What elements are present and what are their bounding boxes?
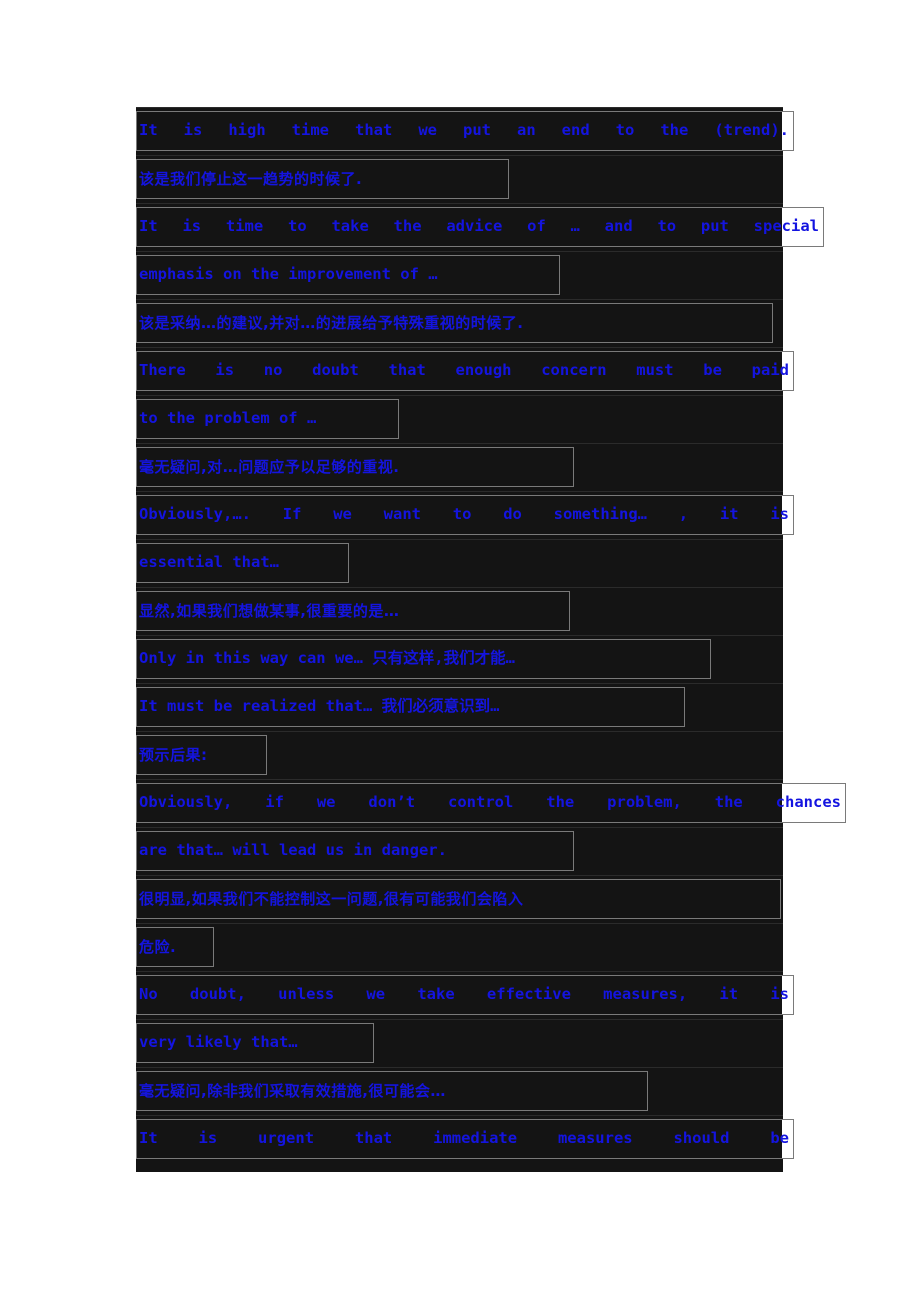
text-line-content: 显然,如果我们想做某事,很重要的是… [139, 601, 400, 620]
text-line-row: 预示后果: [136, 731, 876, 779]
text-line-row: essential that… [136, 539, 876, 587]
text-line-content: 危险. [139, 937, 177, 956]
text-line-box[interactable]: 该是采纳…的建议,并对…的进展给予特殊重视的时候了. [136, 303, 773, 343]
text-line-row: to the problem of … [136, 395, 876, 443]
text-line-row: 该是采纳…的建议,并对…的进展给予特殊重视的时候了. [136, 299, 876, 347]
row-separator [136, 443, 783, 444]
text-line-row: It is high time that we put an end to th… [136, 107, 876, 155]
row-separator [136, 779, 783, 780]
text-line-content: 很明显,如果我们不能控制这一问题,很有可能我们会陷入 [139, 889, 524, 908]
text-line-content: 预示后果: [139, 745, 208, 764]
text-line-row: 显然,如果我们想做某事,很重要的是… [136, 587, 876, 635]
text-line-box[interactable]: 很明显,如果我们不能控制这一问题,很有可能我们会陷入 [136, 879, 781, 919]
text-line-box[interactable]: Obviously,…. If we want to do something…… [136, 495, 794, 535]
text-line-content: It is urgent that immediate measures sho… [139, 1129, 789, 1148]
text-line-box[interactable]: essential that… [136, 543, 349, 583]
text-line-box[interactable]: It must be realized that… 我们必须意识到… [136, 687, 685, 727]
text-line-row: emphasis on the improvement of … [136, 251, 876, 299]
text-line-box[interactable]: It is time to take the advice of … and t… [136, 207, 824, 247]
text-line-row: There is no doubt that enough concern mu… [136, 347, 876, 395]
text-line-content: 该是采纳…的建议,并对…的进展给予特殊重视的时候了. [139, 313, 524, 332]
text-line-box[interactable]: There is no doubt that enough concern mu… [136, 351, 794, 391]
text-line-row: 很明显,如果我们不能控制这一问题,很有可能我们会陷入 [136, 875, 876, 923]
row-separator [136, 347, 783, 348]
text-line-box[interactable]: to the problem of … [136, 399, 399, 439]
text-line-row: 危险. [136, 923, 876, 971]
row-separator [136, 155, 783, 156]
text-line-row: No doubt, unless we take effective measu… [136, 971, 876, 1019]
document-text-column: It is high time that we put an end to th… [136, 107, 876, 1163]
text-line-content: essential that… [139, 553, 279, 572]
text-line-content: are that… will lead us in danger. [139, 841, 447, 860]
row-separator [136, 203, 783, 204]
text-line-content: Obviously,…. If we want to do something…… [139, 505, 789, 524]
text-line-box[interactable]: Only in this way can we… 只有这样,我们才能… [136, 639, 711, 679]
text-line-content: There is no doubt that enough concern mu… [139, 361, 789, 380]
text-line-row: 毫无疑问,除非我们采取有效措施,很可能会… [136, 1067, 876, 1115]
text-line-box[interactable]: 毫无疑问,对…问题应予以足够的重视. [136, 447, 574, 487]
text-line-content: It must be realized that… 我们必须意识到… [139, 697, 500, 716]
text-line-content: Only in this way can we… 只有这样,我们才能… [139, 649, 515, 668]
text-line-box[interactable]: 预示后果: [136, 735, 267, 775]
row-separator [136, 107, 783, 108]
text-line-content: emphasis on the improvement of … [139, 265, 438, 284]
text-line-row: It is urgent that immediate measures sho… [136, 1115, 876, 1163]
text-line-row: are that… will lead us in danger. [136, 827, 876, 875]
text-line-content: very likely that… [139, 1033, 298, 1052]
text-line-content: Obviously, if we don’t control the probl… [139, 793, 841, 812]
row-separator [136, 539, 783, 540]
text-line-content: 毫无疑问,对…问题应予以足够的重视. [139, 457, 400, 476]
row-separator [136, 635, 783, 636]
text-line-box[interactable]: 毫无疑问,除非我们采取有效措施,很可能会… [136, 1071, 648, 1111]
text-line-box[interactable]: Obviously, if we don’t control the probl… [136, 783, 846, 823]
text-line-row: very likely that… [136, 1019, 876, 1067]
row-separator [136, 491, 783, 492]
row-separator [136, 827, 783, 828]
row-separator [136, 923, 783, 924]
text-line-box[interactable]: It is urgent that immediate measures sho… [136, 1119, 794, 1159]
text-line-content: 毫无疑问,除非我们采取有效措施,很可能会… [139, 1081, 446, 1100]
text-line-row: 毫无疑问,对…问题应予以足够的重视. [136, 443, 876, 491]
text-line-content: It is high time that we put an end to th… [139, 121, 789, 140]
text-line-content: It is time to take the advice of … and t… [139, 217, 819, 236]
row-separator [136, 251, 783, 252]
text-line-row: 该是我们停止这一趋势的时候了. [136, 155, 876, 203]
row-separator [136, 1115, 783, 1116]
text-line-box[interactable]: No doubt, unless we take effective measu… [136, 975, 794, 1015]
text-line-box[interactable]: emphasis on the improvement of … [136, 255, 560, 295]
row-separator [136, 395, 783, 396]
row-separator [136, 1019, 783, 1020]
text-line-row: Obviously,…. If we want to do something…… [136, 491, 876, 539]
text-line-box[interactable]: 显然,如果我们想做某事,很重要的是… [136, 591, 570, 631]
text-line-box[interactable]: 危险. [136, 927, 214, 967]
text-line-row: It must be realized that… 我们必须意识到… [136, 683, 876, 731]
row-separator [136, 875, 783, 876]
row-separator [136, 971, 783, 972]
text-line-content: 该是我们停止这一趋势的时候了. [139, 169, 363, 188]
text-line-box[interactable]: It is high time that we put an end to th… [136, 111, 794, 151]
text-line-content: to the problem of … [139, 409, 317, 428]
row-separator [136, 731, 783, 732]
text-line-box[interactable]: are that… will lead us in danger. [136, 831, 574, 871]
text-line-row: Obviously, if we don’t control the probl… [136, 779, 876, 827]
text-line-box[interactable]: very likely that… [136, 1023, 374, 1063]
row-separator [136, 1067, 783, 1068]
text-line-row: Only in this way can we… 只有这样,我们才能… [136, 635, 876, 683]
row-separator [136, 587, 783, 588]
row-separator [136, 683, 783, 684]
text-line-content: No doubt, unless we take effective measu… [139, 985, 789, 1004]
text-line-box[interactable]: 该是我们停止这一趋势的时候了. [136, 159, 509, 199]
row-separator [136, 299, 783, 300]
text-line-row: It is time to take the advice of … and t… [136, 203, 876, 251]
